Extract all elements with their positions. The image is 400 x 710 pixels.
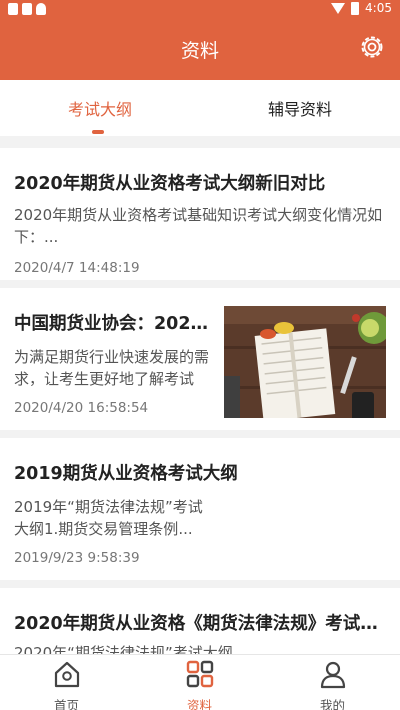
home-icon xyxy=(54,661,79,688)
status-time: 4:05 xyxy=(365,1,392,15)
article-date: 2019/9/23 9:58:39 xyxy=(14,550,140,566)
list-item[interactable]: 2020年期货从业资格《期货法律法规》考试大纲 2020年“期货法律法规”考试大… xyxy=(0,588,400,656)
nav-materials[interactable]: 资料 xyxy=(133,655,266,710)
article-thumbnail-image xyxy=(224,306,386,418)
tab-bar: 考试大纲 辅导资料 xyxy=(0,80,400,136)
notification-icon xyxy=(8,3,18,15)
article-date: 2020/4/20 16:58:54 xyxy=(14,400,149,416)
tab-tutoring-materials[interactable]: 辅导资料 xyxy=(200,96,400,120)
list-item[interactable]: 中国期货业协会：2020年期货从业资格考试 为满足期货行业快速发展的需求，让考生… xyxy=(0,288,400,430)
bell-icon xyxy=(36,3,46,15)
gear-icon[interactable] xyxy=(358,33,386,61)
system-icons: 4:05 xyxy=(331,1,392,15)
user-icon xyxy=(320,661,345,689)
article-summary: 为满足期货行业快速发展的需求，让考生更好地了解考试 xyxy=(14,348,210,388)
nav-profile-label: 我的 xyxy=(319,698,345,710)
article-summary: 2020年期货从业资格考试基础知识考试大纲变化情况如下：... xyxy=(14,206,383,246)
article-title: 2020年期货从业资格考试大纲新旧对比 xyxy=(14,174,326,194)
active-tab-indicator xyxy=(92,130,104,134)
notification-icons xyxy=(8,3,46,15)
article-summary: 2019年“期货法律法规”考试大纲1.期货交易管理条例... xyxy=(14,498,203,538)
wifi-icon xyxy=(331,2,346,14)
battery-icon xyxy=(351,1,360,15)
nav-profile[interactable]: 我的 xyxy=(266,655,399,710)
app-header: 4:05 资料 xyxy=(0,0,400,80)
article-title: 2020年期货从业资格《期货法律法规》考试大纲 xyxy=(14,614,390,634)
list-item[interactable]: 2019期货从业资格考试大纲 2019年“期货法律法规”考试大纲1.期货交易管理… xyxy=(0,438,400,580)
tab-exam-outline[interactable]: 考试大纲 xyxy=(0,96,200,120)
nav-materials-label: 资料 xyxy=(186,698,212,710)
nav-home[interactable]: 首页 xyxy=(0,655,133,710)
page-title: 资料 xyxy=(180,40,219,62)
grid-icon xyxy=(186,660,213,688)
notification-icon xyxy=(22,3,32,15)
bottom-navigation: 首页 资料 我的 xyxy=(0,654,400,710)
article-list: 2020年期货从业资格考试大纲新旧对比 2020年期货从业资格考试基础知识考试大… xyxy=(0,136,400,656)
article-title: 2019期货从业资格考试大纲 xyxy=(14,464,238,484)
article-date: 2020/4/7 14:48:19 xyxy=(14,260,140,276)
article-title: 中国期货业协会：2020年期货从业资格考试 xyxy=(14,314,210,334)
list-item[interactable]: 2020年期货从业资格考试大纲新旧对比 2020年期货从业资格考试基础知识考试大… xyxy=(0,148,400,280)
status-bar: 4:05 xyxy=(0,0,400,18)
nav-home-label: 首页 xyxy=(53,698,79,710)
